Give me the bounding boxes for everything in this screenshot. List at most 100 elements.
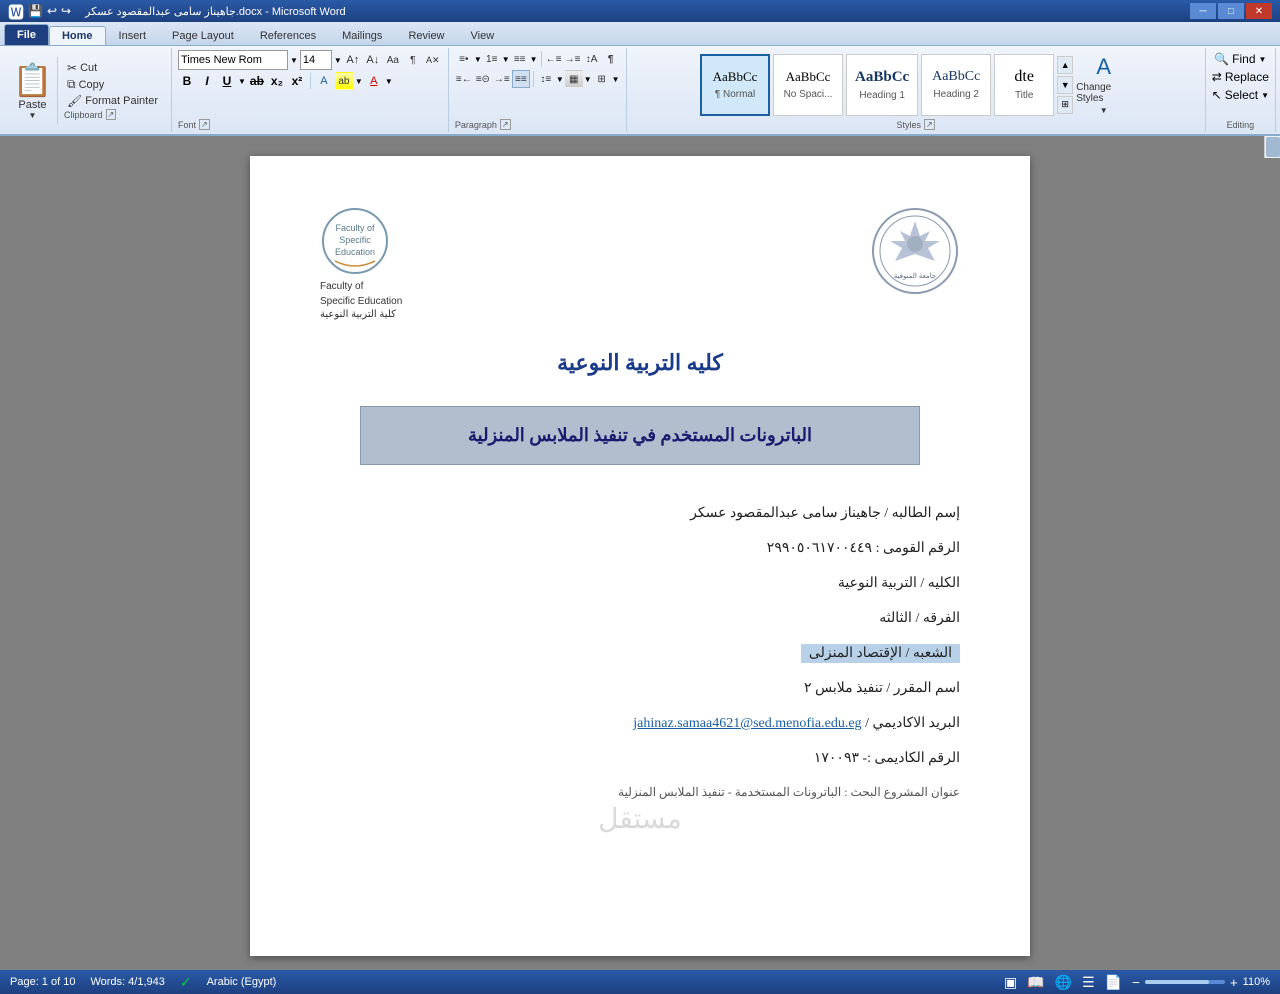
tab-references[interactable]: References bbox=[247, 26, 329, 45]
decrease-indent-button[interactable]: ←≡ bbox=[545, 50, 563, 68]
find-button[interactable]: 🔍 Find ▼ bbox=[1214, 50, 1266, 68]
scrollbar-vertical[interactable] bbox=[1264, 136, 1280, 158]
strikethrough-button[interactable]: ab bbox=[248, 72, 266, 90]
style-nospace-box[interactable]: AaBbCc No Spaci... bbox=[773, 54, 843, 116]
change-styles-dropdown[interactable]: ▼ bbox=[1100, 106, 1108, 115]
superscript-button[interactable]: x² bbox=[288, 72, 306, 90]
styles-scroll-up-button[interactable]: ▲ bbox=[1057, 56, 1073, 74]
font-label-row: Font ↗ bbox=[178, 119, 210, 130]
styles-scroll-down-button[interactable]: ▼ bbox=[1057, 76, 1073, 94]
decrease-font-button[interactable]: A↓ bbox=[364, 51, 382, 69]
borders-dropdown[interactable]: ▼ bbox=[612, 75, 620, 84]
tab-insert[interactable]: Insert bbox=[106, 26, 160, 45]
numbering-dropdown[interactable]: ▼ bbox=[502, 55, 510, 64]
highlight-dropdown[interactable]: ▼ bbox=[355, 77, 363, 86]
quick-access-undo[interactable]: ↩ bbox=[47, 4, 57, 18]
line-spacing-dropdown[interactable]: ▼ bbox=[556, 75, 564, 84]
clear-all-button[interactable]: A✕ bbox=[424, 51, 442, 69]
font-name-selector[interactable] bbox=[178, 50, 288, 70]
underline-button[interactable]: U bbox=[218, 72, 236, 90]
paste-dropdown-icon[interactable]: ▼ bbox=[29, 111, 37, 120]
sort-button[interactable]: ↕A bbox=[583, 50, 601, 68]
change-styles-button[interactable]: A Change Styles ▼ bbox=[1076, 54, 1131, 115]
borders-button[interactable]: ⊞ bbox=[593, 70, 611, 88]
increase-indent-button[interactable]: →≡ bbox=[564, 50, 582, 68]
justify-button[interactable]: ≡≡ bbox=[512, 70, 530, 88]
clear-format-button[interactable]: Aa bbox=[384, 51, 402, 69]
tab-review[interactable]: Review bbox=[395, 26, 457, 45]
tab-file[interactable]: File bbox=[4, 24, 49, 45]
tab-home[interactable]: Home bbox=[49, 26, 106, 45]
copy-icon: ⧉ bbox=[67, 77, 76, 92]
tab-page-layout[interactable]: Page Layout bbox=[159, 26, 247, 45]
svg-text:Education: Education bbox=[335, 247, 375, 257]
replace-button[interactable]: ⇄ Replace bbox=[1212, 68, 1269, 86]
multilevel-button[interactable]: ≡≡ bbox=[511, 50, 529, 68]
shading-button[interactable]: ▦ bbox=[565, 70, 583, 88]
subscript-button[interactable]: x₂ bbox=[268, 72, 286, 90]
style-h2-preview: AaBbCc bbox=[932, 69, 980, 85]
italic-button[interactable]: I bbox=[198, 72, 216, 90]
class-row: الفرقه / الثالثه bbox=[320, 610, 960, 627]
quick-access-save[interactable]: 💾 bbox=[28, 4, 43, 18]
styles-more-button[interactable]: ⊞ bbox=[1057, 96, 1073, 114]
font-size-dropdown-icon[interactable]: ▼ bbox=[334, 56, 342, 65]
close-button[interactable]: ✕ bbox=[1246, 3, 1272, 19]
bullets-button[interactable]: ≡• bbox=[455, 50, 473, 68]
cut-button[interactable]: ✂ Cut bbox=[64, 60, 161, 76]
paste-button[interactable]: 📋 Paste ▼ bbox=[8, 57, 58, 124]
shading-dropdown[interactable]: ▼ bbox=[584, 75, 592, 84]
select-dropdown[interactable]: ▼ bbox=[1261, 91, 1269, 100]
select-label: Select bbox=[1225, 88, 1258, 102]
underline-dropdown[interactable]: ▼ bbox=[238, 77, 246, 86]
find-label: Find bbox=[1232, 52, 1255, 66]
print-layout-button[interactable]: ▣ bbox=[1004, 974, 1017, 991]
tab-view[interactable]: View bbox=[458, 26, 508, 45]
font-separator bbox=[310, 73, 311, 89]
align-center-button[interactable]: ≡⊝ bbox=[474, 70, 492, 88]
outline-button[interactable]: ☰ bbox=[1082, 974, 1095, 991]
font-size-selector[interactable] bbox=[300, 50, 332, 70]
format-painter-button[interactable]: 🖌 Format Painter bbox=[64, 93, 161, 109]
multilevel-dropdown[interactable]: ▼ bbox=[530, 55, 538, 64]
style-h2-box[interactable]: AaBbCc Heading 2 bbox=[921, 54, 991, 116]
increase-font-button[interactable]: A↑ bbox=[344, 51, 362, 69]
find-dropdown[interactable]: ▼ bbox=[1259, 55, 1267, 64]
zoom-out-button[interactable]: − bbox=[1132, 975, 1140, 990]
quick-access-redo[interactable]: ↪ bbox=[61, 4, 71, 18]
full-reading-button[interactable]: 📖 bbox=[1027, 974, 1044, 991]
numbering-button[interactable]: 1≡ bbox=[483, 50, 501, 68]
maximize-button[interactable]: □ bbox=[1218, 3, 1244, 19]
tab-mailings[interactable]: Mailings bbox=[329, 26, 395, 45]
style-title-label: Title bbox=[1015, 90, 1034, 101]
style-title-box[interactable]: dte Title bbox=[994, 54, 1054, 116]
show-marks-button[interactable]: ¶ bbox=[602, 50, 620, 68]
web-layout-button[interactable]: 🌐 bbox=[1055, 974, 1072, 991]
clipboard-expand-icon[interactable]: ↗ bbox=[106, 109, 117, 120]
highlight-button[interactable]: ab bbox=[335, 72, 353, 90]
copy-button[interactable]: ⧉ Copy bbox=[64, 76, 161, 93]
style-h1-box[interactable]: AaBbCc Heading 1 bbox=[846, 54, 918, 116]
style-normal-box[interactable]: AaBbCc ¶ Normal bbox=[700, 54, 770, 116]
text-effects-button[interactable]: A bbox=[315, 72, 333, 90]
minimize-button[interactable]: ─ bbox=[1190, 3, 1216, 19]
zoom-slider[interactable] bbox=[1145, 980, 1225, 984]
font-expand-icon[interactable]: ↗ bbox=[199, 119, 210, 130]
font-name-dropdown-icon[interactable]: ▼ bbox=[290, 56, 298, 65]
font-color-button[interactable]: A bbox=[365, 72, 383, 90]
align-left-button[interactable]: ≡← bbox=[455, 70, 473, 88]
email-link[interactable]: jahinaz.samaa4621@sed.menofia.edu.eg bbox=[633, 716, 861, 731]
scrollbar-thumb[interactable] bbox=[1266, 137, 1280, 157]
svg-text:جامعة المنوفية: جامعة المنوفية bbox=[894, 272, 936, 280]
bullets-dropdown[interactable]: ▼ bbox=[474, 55, 482, 64]
styles-expand-icon[interactable]: ↗ bbox=[924, 119, 935, 130]
select-button[interactable]: ↖ Select ▼ bbox=[1212, 86, 1269, 104]
show-formatting-button[interactable]: ¶ bbox=[404, 51, 422, 69]
zoom-in-button[interactable]: + bbox=[1230, 975, 1238, 990]
para-expand-icon[interactable]: ↗ bbox=[500, 119, 511, 130]
align-right-button[interactable]: →≡ bbox=[493, 70, 511, 88]
font-color-dropdown[interactable]: ▼ bbox=[385, 77, 393, 86]
bold-button[interactable]: B bbox=[178, 72, 196, 90]
draft-button[interactable]: 📄 bbox=[1105, 974, 1122, 991]
line-spacing-button[interactable]: ↕≡ bbox=[537, 70, 555, 88]
